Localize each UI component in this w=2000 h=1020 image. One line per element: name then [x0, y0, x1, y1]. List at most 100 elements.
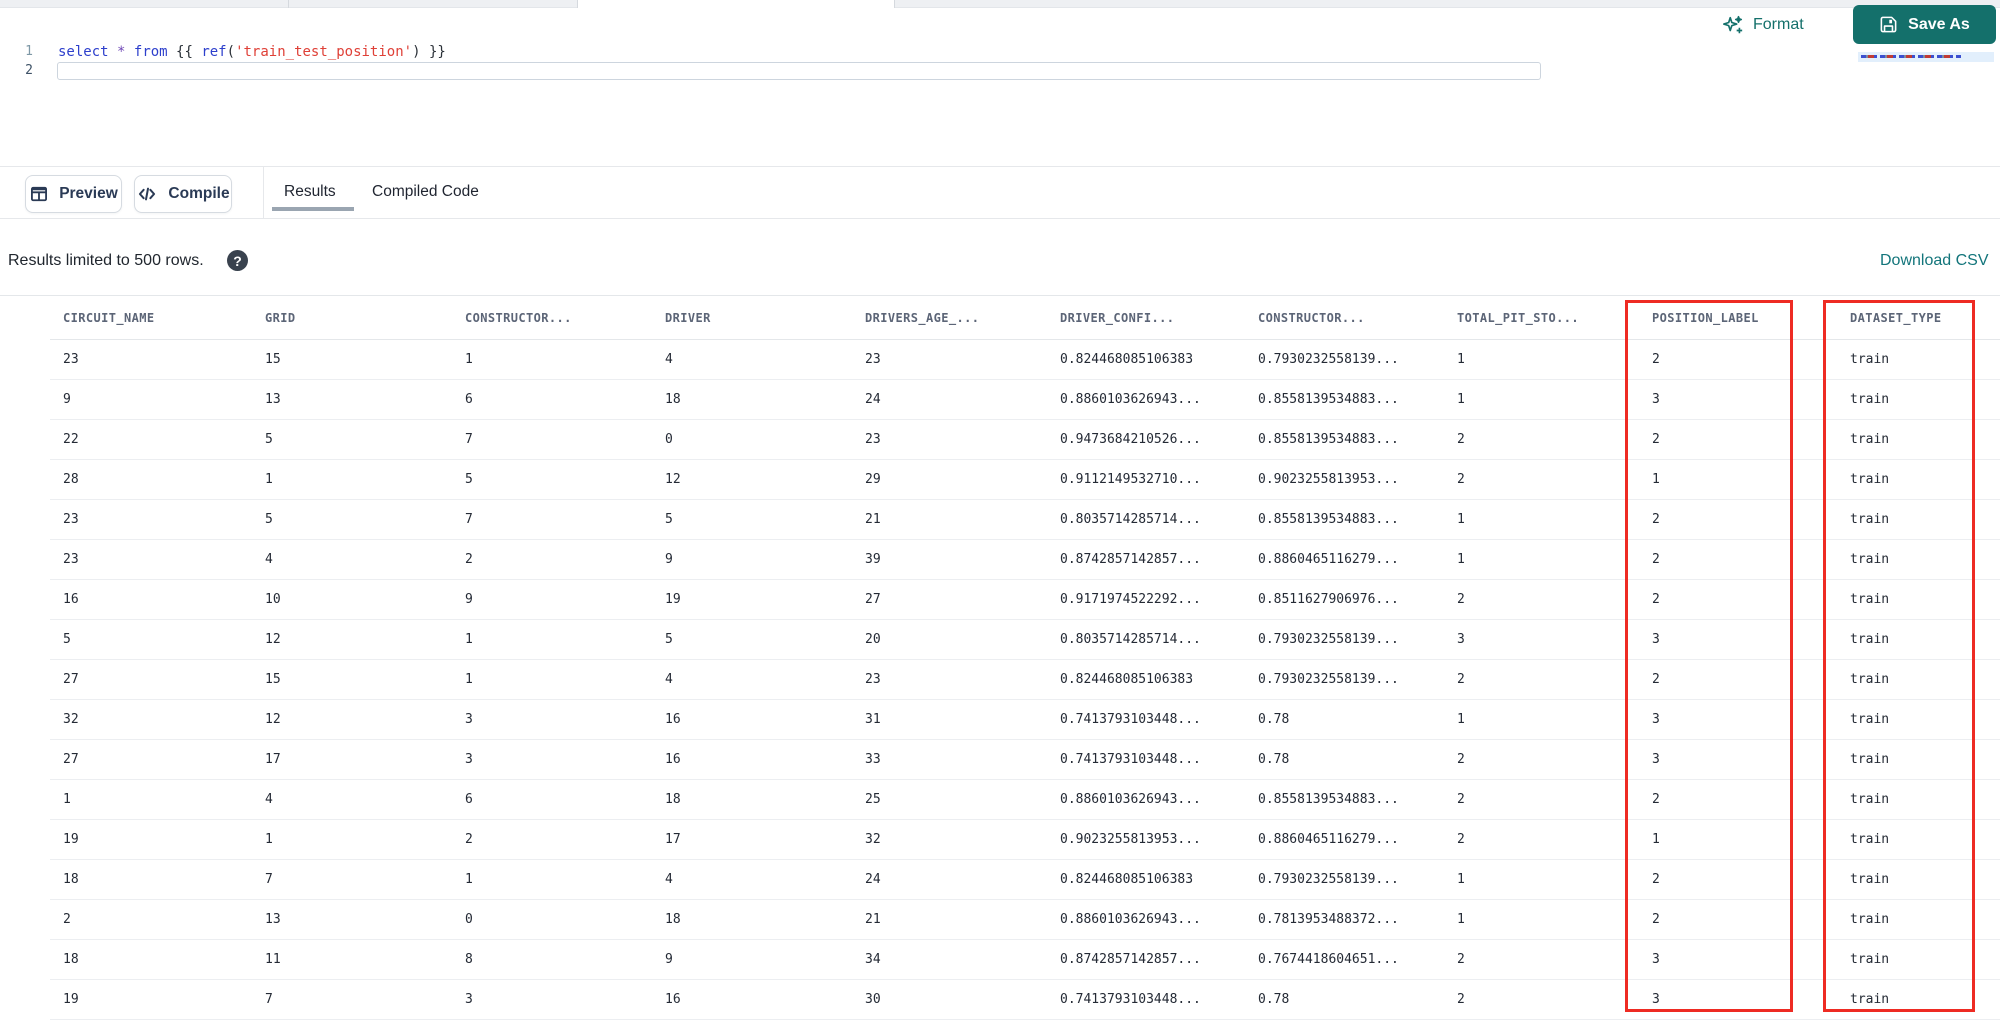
table-cell: 18: [665, 912, 681, 927]
table-cell: 0.7674418604651...: [1258, 952, 1399, 967]
table-row: 27 17 3 16 33 0.7413793103448... 0.78 2 3 train: [50, 740, 2000, 780]
table-cell: 23: [63, 552, 79, 567]
table-row: 5 12 1 5 20 0.8035714285714... 0.7930232558139…: [50, 620, 2000, 660]
table-cell: 2: [1652, 552, 1660, 567]
table-cell: 0.9473684210526...: [1060, 432, 1201, 447]
table-grid-icon: [29, 184, 49, 204]
table-cell: 1: [1457, 552, 1465, 567]
column-header[interactable]: GRID: [252, 311, 452, 325]
table-cell: 27: [63, 672, 79, 687]
table-cell: 16: [63, 592, 79, 607]
compile-button[interactable]: Compile: [134, 175, 232, 213]
table-cell: 39: [865, 552, 881, 567]
table-cell: 10: [265, 592, 281, 607]
table-cell: 3: [1457, 632, 1465, 647]
table-cell: 2: [1457, 952, 1465, 967]
table-cell: 24: [865, 872, 881, 887]
column-header[interactable]: DRIVER_CONFI...: [1047, 311, 1245, 325]
table-cell: 4: [265, 792, 273, 807]
table-cell: train: [1850, 752, 1890, 767]
table-cell: 0.8860465116279...: [1258, 552, 1399, 567]
table-cell: 2: [1652, 592, 1660, 607]
table-cell: 0.7930232558139...: [1258, 672, 1399, 687]
column-header[interactable]: CONSTRUCTOR...: [1245, 311, 1444, 325]
table-cell: 3: [465, 712, 473, 727]
table-cell: 16: [665, 992, 681, 1007]
code-token: ): [412, 43, 421, 60]
table-cell: 2: [1652, 432, 1660, 447]
format-button[interactable]: Format: [1722, 10, 1804, 40]
table-cell: 2: [1457, 752, 1465, 767]
table-cell: 2: [1652, 912, 1660, 927]
active-file-tab[interactable]: [577, 0, 894, 8]
table-cell: 2: [63, 912, 71, 927]
table-row: 23 15 1 4 23 0.824468085106383 0.7930232558139…: [50, 340, 2000, 380]
table-cell: 27: [865, 592, 881, 607]
column-header[interactable]: TOTAL_PIT_STO...: [1444, 311, 1639, 325]
tab-results-label: Results: [284, 183, 336, 200]
table-cell: 25: [865, 792, 881, 807]
table-cell: 1: [63, 792, 71, 807]
table-cell: 0.8860103626943...: [1060, 912, 1201, 927]
dbt-ide-page: Format Save As 1 select * from {{ ref('tr…: [0, 0, 2000, 1020]
table-cell: 9: [63, 392, 71, 407]
table-cell: 9: [665, 552, 673, 567]
line-number: 1: [25, 44, 33, 59]
table-cell: 9: [465, 592, 473, 607]
table-cell: 2: [1652, 792, 1660, 807]
table-cell: 1: [465, 872, 473, 887]
code-token: 'train_test_position': [235, 43, 413, 60]
column-header[interactable]: DRIVER: [652, 311, 852, 325]
table-cell: 13: [265, 392, 281, 407]
table-cell: train: [1850, 392, 1890, 407]
column-header[interactable]: DRIVERS_AGE_...: [852, 311, 1047, 325]
table-cell: 5: [665, 632, 673, 647]
table-cell: 7: [465, 512, 473, 527]
table-cell: 7: [265, 872, 273, 887]
table-cell: 0.78: [1258, 992, 1290, 1007]
table-cell: 3: [1652, 712, 1660, 727]
active-line-highlight[interactable]: [57, 62, 1541, 80]
save-as-button[interactable]: Save As: [1853, 5, 1996, 44]
table-cell: train: [1850, 512, 1890, 527]
preview-label: Preview: [59, 185, 118, 202]
column-header[interactable]: CIRCUIT_NAME: [50, 311, 252, 325]
code-token: ref: [201, 43, 227, 60]
table-cell: 0.9112149532710...: [1060, 472, 1201, 487]
table-cell: train: [1850, 432, 1890, 447]
table-cell: 12: [665, 472, 681, 487]
table-cell: 20: [865, 632, 881, 647]
editor-line[interactable]: 1 select * from {{ ref('train_test_positi…: [0, 42, 2000, 61]
save-as-label: Save As: [1908, 15, 1970, 33]
table-cell: 15: [265, 672, 281, 687]
table-cell: 5: [265, 432, 273, 447]
table-cell: 0.7930232558139...: [1258, 872, 1399, 887]
table-cell: 3: [1652, 632, 1660, 647]
table-cell: 0.8742857142857...: [1060, 552, 1201, 567]
tab-divider: [894, 0, 895, 8]
table-cell: 2: [1652, 352, 1660, 367]
preview-button[interactable]: Preview: [25, 175, 122, 213]
table-row: 22 5 7 0 23 0.9473684210526... 0.8558139534883…: [50, 420, 2000, 460]
column-header[interactable]: DATASET_TYPE: [1837, 311, 2000, 325]
table-cell: train: [1850, 792, 1890, 807]
table-cell: 4: [665, 872, 673, 887]
table-cell: 2: [1652, 512, 1660, 527]
table-cell: 1: [1652, 832, 1660, 847]
table-cell: 1: [265, 472, 273, 487]
table-cell: 1: [265, 832, 273, 847]
download-csv-link[interactable]: Download CSV: [1880, 252, 1989, 270]
column-header[interactable]: POSITION_LABEL: [1639, 311, 1837, 325]
table-cell: 5: [63, 632, 71, 647]
column-header[interactable]: CONSTRUCTOR...: [452, 311, 652, 325]
tab-compiled-code[interactable]: Compiled Code: [372, 166, 479, 218]
table-cell: 0.7930232558139...: [1258, 352, 1399, 367]
code-line[interactable]: select * from {{ ref('train_test_positio…: [58, 44, 446, 60]
table-cell: 0.8860103626943...: [1060, 792, 1201, 807]
help-icon[interactable]: ?: [227, 250, 248, 271]
table-cell: 0.78: [1258, 752, 1290, 767]
table-cell: 2: [1457, 832, 1465, 847]
table-cell: 0.9023255813953...: [1258, 472, 1399, 487]
table-cell: train: [1850, 592, 1890, 607]
table-cell: 1: [1457, 872, 1465, 887]
